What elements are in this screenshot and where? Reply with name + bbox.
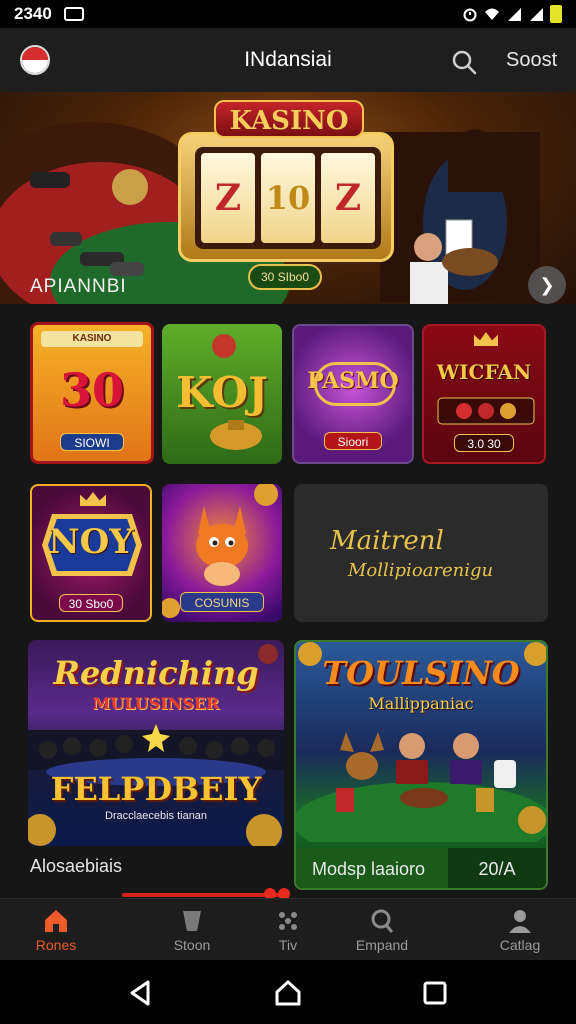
banner-play-button[interactable]: 30 SIbo0 xyxy=(248,264,322,290)
grid-icon xyxy=(279,912,297,930)
notification-icon xyxy=(63,7,84,21)
search-icon[interactable] xyxy=(450,48,478,76)
flag-icon[interactable] xyxy=(20,45,50,75)
chevron-right-icon[interactable]: ❯ xyxy=(528,266,566,304)
game-tile-6[interactable]: COSUNIS xyxy=(162,484,282,622)
store-icon xyxy=(183,911,201,931)
promo-left-sub: MULUSINSER xyxy=(92,694,220,713)
signal-icon xyxy=(508,8,521,21)
promo-card-right[interactable]: TOULSINO Mallippaniac Modsp laaioro 20/A xyxy=(294,640,548,890)
banner-title: KASINO xyxy=(214,100,364,138)
home-button-icon[interactable] xyxy=(273,978,303,1008)
header-action-button[interactable]: Soost xyxy=(506,49,557,72)
game-tile-3[interactable]: PASMO Sioori xyxy=(292,324,414,464)
game-tile-4[interactable]: WICFAN 3.0 30 xyxy=(422,324,546,464)
banner-caption: APIANNBI xyxy=(30,276,127,297)
reel-2: 10 xyxy=(261,153,315,243)
tile-1-button[interactable]: SIOWI xyxy=(60,433,124,451)
signal-icon-2 xyxy=(530,8,543,21)
page-title: INdansiai xyxy=(244,48,332,71)
promo-left-caption: Dracclaecebis tianan xyxy=(104,810,208,822)
tile-1-top-label: KASINO xyxy=(41,331,143,347)
tile-6-button[interactable]: COSUNIS xyxy=(180,592,264,612)
promo-left-big: FELPDBEIY xyxy=(50,770,262,808)
tile-1-title: 30 xyxy=(59,363,124,417)
promo-right-footer-value: 20/A xyxy=(448,848,546,888)
slot-machine: Z 10 Z xyxy=(178,132,394,262)
bottom-nav: Rones Stoon Tiv Empand Catlag xyxy=(0,898,576,960)
tile-3-badge xyxy=(314,362,396,406)
reel-1: Z xyxy=(201,153,255,243)
nav-item-catlag[interactable]: Catlag xyxy=(470,899,570,961)
nav-label-tiv: Tiv xyxy=(278,937,298,953)
battery-icon xyxy=(550,5,562,23)
hero-banner[interactable]: Z 10 Z KASINO 30 SIbo0 APIANNBI ❯ xyxy=(0,92,576,304)
featured-line-2: Mollipioarenigu xyxy=(348,560,494,581)
promo-left-footer: Alosaebiais xyxy=(30,856,123,876)
reel-3: Z xyxy=(321,153,375,243)
promo-right-sub: Mallippaniac xyxy=(368,694,474,713)
tile-3-button[interactable]: Sioori xyxy=(324,432,382,450)
alarm-icon xyxy=(463,8,477,22)
home-icon xyxy=(45,910,67,932)
nav-label-catlag: Catlag xyxy=(499,937,541,953)
promo-right-footer: Modsp laaioro xyxy=(312,859,426,879)
promo-left-headline: Redniching xyxy=(53,654,259,692)
recents-icon[interactable] xyxy=(420,978,450,1008)
promo-card-left[interactable]: Redniching MULUSINSER FELPDBEIY Dracclae… xyxy=(28,640,284,846)
nav-item-store[interactable]: Stoon xyxy=(142,899,242,961)
status-time: 2340 xyxy=(14,4,52,23)
tile-5-button[interactable]: 30 Sbo0 xyxy=(59,594,123,612)
tile-5-title: NOY xyxy=(48,522,134,562)
nav-item-empand[interactable]: Empand xyxy=(332,899,432,961)
status-bar: 2340 xyxy=(0,0,576,28)
nav-item-tiv[interactable]: Tiv xyxy=(238,899,338,961)
featured-card[interactable]: Maitrenl Mollipioarenigu xyxy=(294,484,548,622)
nav-label-home: Rones xyxy=(35,937,77,953)
back-icon[interactable] xyxy=(126,978,156,1008)
promo-right-footer-bar: Modsp laaioro 20/A xyxy=(296,848,546,888)
profile-icon xyxy=(509,910,531,933)
game-tile-5[interactable]: NOY 30 Sbo0 xyxy=(30,484,152,622)
nav-label-store: Stoon xyxy=(173,937,211,953)
featured-line-1: Maitrenl xyxy=(330,526,444,556)
game-tile-1[interactable]: KASINO 30 SIOWI xyxy=(30,322,154,464)
game-tile-2[interactable]: KOJ xyxy=(162,324,282,464)
nav-label-empand: Empand xyxy=(355,937,409,953)
app-header: INdansiai Soost xyxy=(0,28,576,92)
wifi-icon xyxy=(485,8,499,20)
status-icons xyxy=(462,5,562,23)
tile-4-button[interactable]: 3.0 30 xyxy=(454,434,514,452)
promo-right-headline: TOULSINO xyxy=(322,654,520,692)
system-nav-bar xyxy=(0,960,576,1024)
nav-item-home[interactable]: Rones xyxy=(6,899,106,961)
tile-2-title: KOJ xyxy=(176,368,268,417)
crown-icon-2 xyxy=(80,492,106,506)
search-icon-nav xyxy=(371,909,394,933)
